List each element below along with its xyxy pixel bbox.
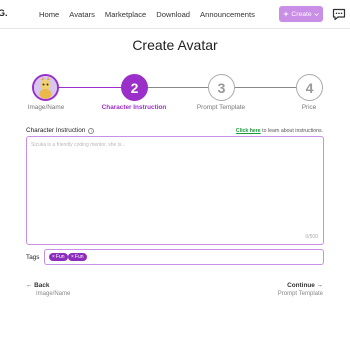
- step-1-avatar[interactable]: [32, 74, 59, 101]
- step-2-circle[interactable]: 2: [121, 74, 148, 101]
- main-nav: Home Avatars Marketplace Download Announ…: [39, 10, 255, 19]
- instruction-label: Character Instruction: [26, 127, 86, 134]
- continue-label: Continue: [287, 282, 315, 289]
- arrow-left-icon: ←: [26, 282, 33, 289]
- nav-home[interactable]: Home: [39, 10, 59, 19]
- back-button[interactable]: ← Back: [26, 282, 49, 289]
- tags-label: Tags: [26, 254, 40, 261]
- back-step-name: Image/Name: [36, 291, 71, 297]
- avatar-image-icon: [34, 76, 57, 99]
- instruction-label-row: Character Instruction i: [26, 127, 95, 134]
- chevron-down-icon: [313, 12, 319, 16]
- continue-button[interactable]: Continue →: [287, 282, 323, 289]
- page-title: Create Avatar: [132, 37, 218, 53]
- step-1-label: Image/Name: [27, 104, 65, 111]
- arrow-right-icon: →: [316, 282, 323, 289]
- step-connector-2: [148, 87, 208, 89]
- nav-avatars[interactable]: Avatars: [69, 10, 95, 19]
- logo[interactable]: G.: [0, 8, 8, 18]
- tag-chip[interactable]: × Fun: [68, 253, 87, 261]
- step-3-circle[interactable]: 3: [208, 74, 235, 101]
- nav-download[interactable]: Download: [156, 10, 190, 19]
- tag-remove-icon[interactable]: ×: [52, 254, 55, 260]
- tag-chip[interactable]: × Fun: [49, 253, 68, 261]
- sparkle-icon: [283, 11, 290, 17]
- learn-more-text: Click here to learn about instructions.: [236, 128, 323, 134]
- nav-marketplace[interactable]: Marketplace: [105, 10, 146, 19]
- instruction-textarea[interactable]: Sizuka is a friendly coding mentor, she …: [26, 136, 324, 245]
- create-button[interactable]: Create: [279, 6, 323, 22]
- step-4-circle[interactable]: 4: [296, 74, 323, 101]
- info-icon[interactable]: i: [88, 127, 95, 134]
- chat-bubble-icon[interactable]: [332, 8, 346, 21]
- instruction-placeholder: Sizuka is a friendly coding mentor, she …: [31, 142, 126, 148]
- back-label: Back: [34, 282, 50, 289]
- create-label: Create: [291, 10, 312, 18]
- next-step-name: Prompt Template: [277, 291, 323, 297]
- tag-chip-label: Fun: [74, 254, 84, 260]
- learn-more-suffix: to learn about instructions.: [260, 128, 323, 134]
- top-navbar: G. Home Avatars Marketplace Download Ann…: [0, 0, 350, 29]
- step-4-label: Price: [301, 104, 317, 111]
- step-3-label: Prompt Template: [196, 104, 246, 111]
- nav-announcements[interactable]: Announcements: [200, 10, 255, 19]
- step-connector-1: [59, 87, 121, 89]
- char-count: 0/500: [305, 234, 318, 240]
- tags-input[interactable]: × Fun × Fun: [44, 249, 324, 265]
- step-connector-3: [235, 87, 296, 89]
- tag-remove-icon[interactable]: ×: [71, 254, 74, 260]
- tag-chip-label: Fun: [55, 254, 65, 260]
- learn-more-link[interactable]: Click here: [236, 128, 261, 134]
- step-2-label: Character Instruction: [101, 104, 167, 111]
